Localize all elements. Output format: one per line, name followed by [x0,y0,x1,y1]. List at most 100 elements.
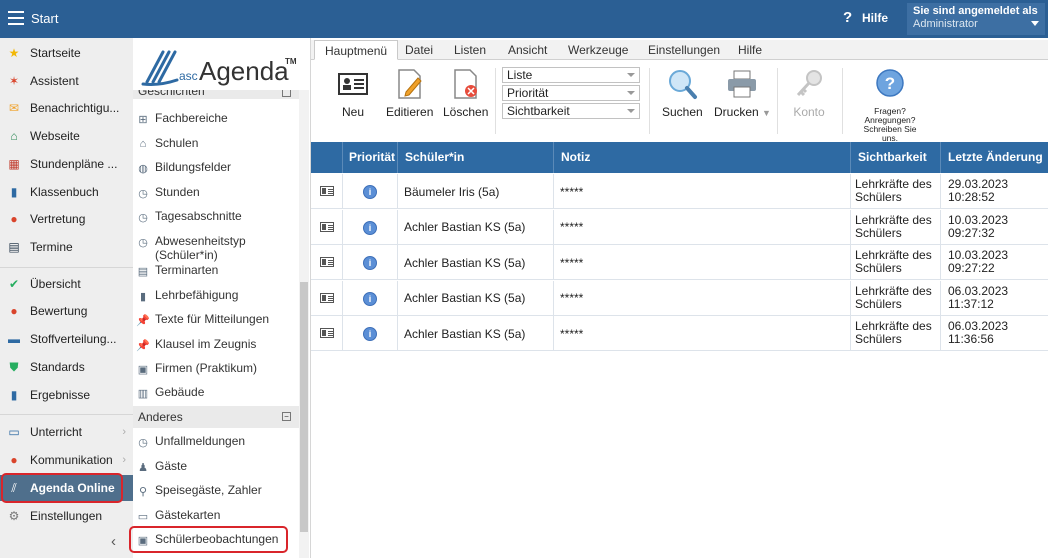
sidebar-item-bewertung[interactable]: ● Bewertung [0,298,133,324]
sidebar-item-termine[interactable]: ▤ Termine [0,234,133,260]
school-icon: ⌂ [139,138,147,150]
table-row[interactable]: i Bäumeler Iris (5a) ***** Lehrkräfte des Sc… [311,174,1048,209]
tab-werkzeuge[interactable]: Werkzeuge [568,40,628,60]
fields-icon: ◍ [138,162,148,175]
tree-item[interactable]: ▣ Firmen (Praktikum) [136,361,296,376]
tab-hauptmenue[interactable]: Hauptmenü [314,40,399,60]
sidebar-item-einstellungen[interactable]: ⚙ Einstellungen [0,503,133,529]
tree-item-label: Schulen [155,136,199,150]
table-row[interactable]: i Achler Bastian KS (5a) ***** Lehrkräfte d… [311,245,1048,280]
sidebar-item-startseite[interactable]: ★ Startseite [0,40,133,66]
tree-item[interactable]: ⚲ Speisegäste, Zahler [136,483,296,498]
edit-button[interactable]: Editieren [386,68,433,119]
tab-einstellungen[interactable]: Einstellungen [648,40,720,60]
tree-item[interactable]: ◷ Unfallmeldungen [136,434,296,449]
tab-datei[interactable]: Datei [405,40,433,60]
tab-listen[interactable]: Listen [454,40,486,60]
student-cell: Achler Bastian KS (5a) [397,245,553,280]
guest-icon: ♟ [138,461,148,474]
tab-hilfe[interactable]: Hilfe [738,40,762,60]
feedback-button[interactable]: ? Fragen? Anregungen? Schreiben Sie uns. [855,68,925,143]
tree-item[interactable]: ◍ Bildungsfelder [136,160,296,175]
sidebar-item-stoffverteilung[interactable]: ▬ Stoffverteilung... [0,326,133,352]
ribbon-divider [842,68,843,134]
sidebar-item-benachrichtigu[interactable]: ✉ Benachrichtigu... [0,95,133,121]
print-button[interactable]: Drucken ▼ [714,68,771,119]
visibility-cell: Lehrkräfte des Schülers [850,209,940,245]
column-last-change[interactable]: Letzte Änderung ▼ [940,142,1048,195]
tree-item[interactable]: ⊞ Fachbereiche [136,111,296,126]
tree-item[interactable]: 📌 Klausel im Zeugnis [136,337,296,352]
tree-item-label: Stunden [155,185,200,199]
search-button[interactable]: Suchen [662,68,703,119]
collapse-group-icon[interactable]: − [282,412,291,421]
sidebar-item-assistent[interactable]: ✶ Assistent [0,68,133,94]
chevron-down-icon [627,109,635,113]
priority-cell: i [342,209,397,245]
sidebar-item-klassenbuch[interactable]: ▮ Klassenbuch [0,179,133,205]
tree-item-label: Gästekarten [155,508,221,522]
table-row[interactable]: i Achler Bastian KS (5a) ***** Lehrkräfte d… [311,316,1048,351]
priority-select[interactable]: Priorität [502,85,640,101]
edit-label: Editieren [386,105,434,119]
table-row[interactable]: i Achler Bastian KS (5a) ***** Lehrkräfte d… [311,209,1048,245]
row-card-cell[interactable] [311,316,342,351]
row-card-cell[interactable] [311,174,342,209]
help-link[interactable]: Hilfe [862,11,888,25]
scrollbar-thumb[interactable] [300,282,308,532]
sidebar-item-label: Unterricht [30,425,83,439]
search-icon [666,68,698,100]
tab-ansicht[interactable]: Ansicht [508,40,547,60]
tree-item[interactable]: ♟ Gäste [136,459,296,474]
tree-item[interactable]: ◷ Tagesabschnitte [136,209,296,224]
delete-button[interactable]: Löschen [443,68,488,119]
tree-item-label: Tagesabschnitte [155,209,242,223]
tree-item[interactable]: ▤ Terminarten [136,263,296,278]
sidebar-item-ergebnisse[interactable]: ▮ Ergebnisse [0,382,133,408]
column-note[interactable]: Notiz [553,142,850,173]
key-icon [793,68,825,100]
tree-item[interactable]: ◷ Abwesenheitstyp (Schüler*in) [136,234,296,262]
user-menu[interactable]: Sie sind angemeldet als Administrator [907,3,1045,35]
hamburger-menu-icon[interactable] [8,11,24,25]
column-visibility[interactable]: Sichtbarkeit [850,142,940,173]
column-priority[interactable]: Priorität [342,142,397,173]
visibility-select[interactable]: Sichtbarkeit [502,103,640,119]
help-icon[interactable]: ? [843,9,852,26]
sidebar-item-standards[interactable]: ⛊ Standards [0,354,133,380]
calendar-icon: ▤ [137,265,149,278]
sidebar-item-webseite[interactable]: ⌂ Webseite [0,123,133,149]
sidebar-item-stundenpläne[interactable]: ▦ Stundenpläne ... [0,151,133,177]
sidebar-item-label: Stoffverteilung... [30,332,117,346]
tree-group-anderes[interactable]: Anderes − [133,406,299,428]
column-student[interactable]: Schüler*in [397,142,553,173]
tree-item[interactable]: ▭ Gästekarten [136,508,296,523]
last-change-cell: 10.03.2023 09:27:22 [940,245,1048,280]
sidebar-item-label: Kommunikation [30,453,113,467]
sidebar-item-label: Standards [30,360,85,374]
tree-item[interactable]: ▥ Gebäude [136,385,296,400]
sidebar-item-übersicht[interactable]: ✔ Übersicht [0,271,133,297]
tree-item[interactable]: ▮ Lehrbefähigung [136,288,296,303]
row-card-cell[interactable] [311,245,342,280]
top-bar: Start ? Hilfe Sie sind angemeldet als Ad… [0,0,1048,38]
new-button[interactable]: Neu [337,68,369,119]
user-role: Administrator [913,18,978,30]
collapse-sidebar-icon[interactable]: ‹ [111,533,116,550]
highlight-outline [129,526,288,553]
note-cell: ***** [553,174,850,209]
info-icon: i [363,256,377,270]
shield-check-icon: ⛊ [9,359,19,374]
tree-item[interactable]: ⌂ Schulen [136,136,296,151]
tree-item[interactable]: ◷ Stunden [136,185,296,200]
sidebar-item-vertretung[interactable]: ● Vertretung [0,206,133,232]
last-change-cell: 06.03.2023 11:37:12 [940,280,1048,316]
table-row[interactable]: i Achler Bastian KS (5a) ***** Lehrkräfte d… [311,280,1048,316]
tree-item[interactable]: 📌 Texte für Mitteilungen [136,312,296,327]
list-select[interactable]: Liste [502,67,640,83]
row-card-cell[interactable] [311,281,342,316]
sidebar-item-unterricht[interactable]: ▭ Unterricht › [0,419,133,445]
sidebar-item-kommunikation[interactable]: ● Kommunikation › [0,447,133,473]
row-card-cell[interactable] [311,210,342,245]
tree-scrollbar[interactable] [299,90,309,558]
